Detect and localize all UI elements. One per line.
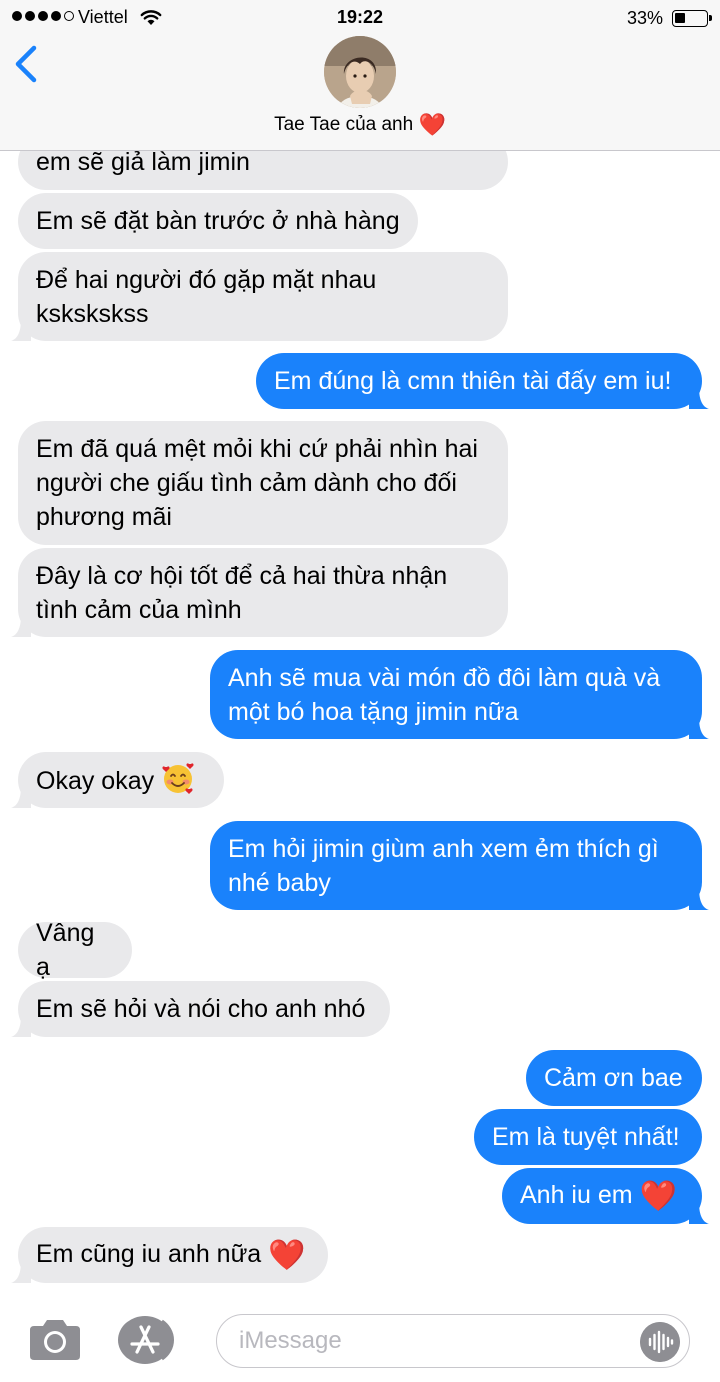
conversation-header: Viettel 19:22 33% Tae Tae của anh ❤️ bbox=[0, 0, 720, 151]
outgoing-message-bubble[interactable]: Anh iu em ❤️ bbox=[502, 1168, 709, 1224]
message-text: Em đã quá mệt mỏi khi cứ phải nhìn hai bbox=[36, 435, 478, 463]
camera-icon[interactable] bbox=[26, 1318, 84, 1362]
outgoing-message-bubble[interactable]: Cảm ơn bae bbox=[526, 1050, 702, 1106]
message-text: Vâng ạ bbox=[36, 919, 95, 981]
heart-emoji: ❤️ bbox=[268, 1239, 306, 1272]
incoming-message-bubble[interactable]: Em cũng iu anh nữa ❤️ bbox=[11, 1227, 328, 1283]
audio-waveform-icon[interactable] bbox=[640, 1322, 680, 1362]
imessage-placeholder: iMessage bbox=[239, 1327, 342, 1354]
bubble-tail bbox=[11, 1261, 31, 1283]
incoming-message-bubble[interactable]: Em sẽ đặt bàn trước ở nhà hàng bbox=[18, 193, 418, 249]
message-text: Anh sẽ mua vài món đồ đôi làm quà và bbox=[228, 663, 661, 692]
message-text: Em là tuyệt nhất! bbox=[492, 1123, 680, 1151]
message-text: Anh iu em ❤️ bbox=[520, 1180, 677, 1213]
smiling-face-with-hearts-emoji bbox=[162, 763, 194, 794]
compose-bar: iMessage bbox=[0, 1296, 720, 1382]
message-text: Em cũng iu anh nữa ❤️ bbox=[36, 1239, 306, 1272]
bubble-tail bbox=[689, 717, 709, 739]
message-text: Em sẽ đặt bàn trước ở nhà hàng bbox=[36, 207, 400, 235]
battery-percent: 33% bbox=[627, 8, 664, 28]
bubble-tail bbox=[689, 888, 709, 910]
outgoing-message-bubble[interactable]: Em là tuyệt nhất! bbox=[474, 1109, 702, 1165]
message-text: phương mãi bbox=[36, 503, 172, 531]
status-bar: Viettel 19:22 33% bbox=[0, 0, 720, 36]
message-text: nhé baby bbox=[228, 868, 331, 897]
incoming-message-bubble[interactable]: Để hai người đó gặp mặt nhau kskskskss bbox=[11, 252, 508, 341]
message-text: tình cảm của mình bbox=[36, 595, 242, 624]
message-text: Okay okay bbox=[36, 762, 206, 798]
bubble-tail bbox=[11, 786, 31, 808]
contact-name-text: Tae Tae của anh bbox=[274, 114, 414, 135]
incoming-message-bubble[interactable]: Okay okay bbox=[11, 752, 224, 808]
incoming-message-bubble[interactable]: Em sẽ hỏi và nói cho anh nhó bbox=[11, 981, 390, 1037]
message-text: người che giấu tình cảm dành cho đối bbox=[36, 469, 457, 497]
avatar-photo bbox=[324, 36, 396, 108]
incoming-message-bubble[interactable]: Em đã quá mệt mỏi khi cứ phải nhìn hai ng… bbox=[18, 421, 508, 545]
incoming-message-bubble[interactable]: Đây là cơ hội tốt để cả hai thừa nhận tìn… bbox=[11, 548, 508, 637]
outgoing-message-bubble[interactable]: Em hỏi jimin giùm anh xem ẻm thích gì nhé… bbox=[210, 821, 709, 910]
message-text: Cảm ơn bae bbox=[544, 1064, 683, 1092]
message-text: kskskskss bbox=[36, 299, 149, 328]
imessage-input[interactable]: iMessage bbox=[216, 1314, 690, 1368]
clock: 19:22 bbox=[336, 7, 384, 27]
bubble-tail bbox=[689, 1202, 709, 1224]
message-text: Em đúng là cmn thiên tài đấy em iu! bbox=[274, 367, 672, 395]
heart-emoji: ❤️ bbox=[639, 1180, 677, 1213]
message-text: Em hỏi jimin giùm anh xem ẻm thích gì bbox=[228, 834, 659, 863]
battery-icon bbox=[672, 10, 712, 27]
outgoing-message-bubble[interactable]: Em đúng là cmn thiên tài đấy em iu! bbox=[256, 353, 709, 409]
bubble-tail bbox=[11, 1015, 31, 1037]
bubble-tail bbox=[11, 615, 31, 637]
heart-emoji: ❤️ bbox=[418, 112, 446, 137]
outgoing-message-bubble[interactable]: Anh sẽ mua vài món đồ đôi làm quà và một … bbox=[210, 650, 709, 739]
message-text: một bó hoa tặng jimin nữa bbox=[228, 697, 519, 726]
bubble-tail bbox=[689, 387, 709, 409]
message-text: Em sẽ hỏi và nói cho anh nhó bbox=[36, 995, 366, 1023]
bubble-tail bbox=[11, 319, 31, 341]
message-text: Đây là cơ hội tốt để cả hai thừa nhận bbox=[36, 561, 448, 590]
chevron-left-icon[interactable] bbox=[10, 40, 46, 88]
contact-avatar[interactable] bbox=[324, 36, 396, 108]
incoming-message-bubble[interactable]: Vâng ạ bbox=[18, 919, 132, 981]
app-store-icon[interactable] bbox=[118, 1315, 178, 1365]
contact-name[interactable]: Tae Tae của anh ❤️ bbox=[0, 112, 720, 138]
message-text: Để hai người đó gặp mặt nhau bbox=[36, 265, 377, 294]
